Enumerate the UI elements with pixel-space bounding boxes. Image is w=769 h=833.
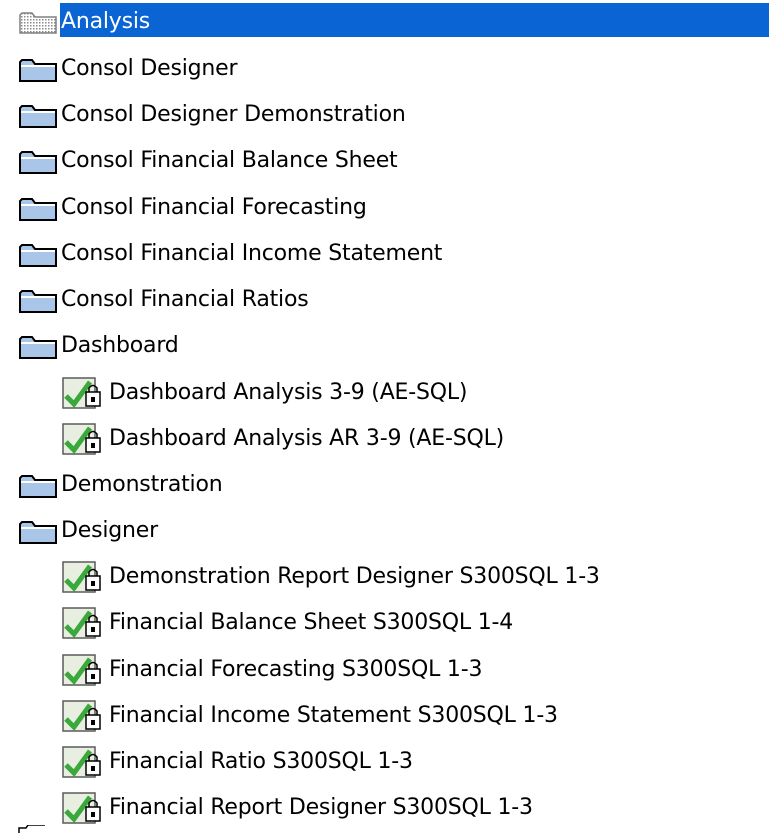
tree-item-label: Financial Balance Sheet S300SQL 1-4 xyxy=(109,610,514,635)
locked-report-icon xyxy=(62,423,101,455)
tree-item-label: Demonstration xyxy=(61,472,223,497)
tree-item-dashboard-analysis[interactable]: Dashboard Analysis 3-9 (AE-SQL) xyxy=(62,371,470,415)
tree-item-dashboard-analysis-ar[interactable]: Dashboard Analysis AR 3-9 (AE-SQL) xyxy=(62,417,507,461)
tree-item-label: Dashboard xyxy=(61,333,179,358)
locked-report-icon xyxy=(62,792,101,824)
locked-report-icon xyxy=(62,700,101,732)
tree-item-consol-financial-ratios[interactable]: Consol Financial Ratios xyxy=(18,278,311,322)
tree-item-label: Financial Income Statement S300SQL 1-3 xyxy=(109,703,558,728)
tree-item-demonstration[interactable]: Demonstration xyxy=(18,463,225,507)
tree-item-label: Consol Financial Ratios xyxy=(61,287,309,312)
tree-item-label: Dashboard Analysis 3-9 (AE-SQL) xyxy=(109,380,468,405)
tree-item-label: Financial Ratio S300SQL 1-3 xyxy=(109,749,413,774)
folder-icon xyxy=(19,475,57,498)
tree-item-consol-financial-income-statement[interactable]: Consol Financial Income Statement xyxy=(18,232,445,276)
tree-item-label: Analysis xyxy=(61,9,151,34)
tree-item-label: Consol Financial Balance Sheet xyxy=(61,148,398,173)
locked-report-icon xyxy=(62,377,101,409)
folder-icon xyxy=(19,105,57,128)
tree-item-financial-balance-sheet[interactable]: Financial Balance Sheet S300SQL 1-4 xyxy=(62,601,516,645)
tree-item-analysis[interactable]: Analysis xyxy=(18,0,153,44)
tree-item-consol-financial-balance-sheet[interactable]: Consol Financial Balance Sheet xyxy=(18,139,400,183)
dotted-folder-icon xyxy=(19,12,57,34)
tree-item-dashboard[interactable]: Dashboard xyxy=(18,324,182,368)
selection-highlight xyxy=(60,3,769,37)
tree-item-consol-designer[interactable]: Consol Designer xyxy=(18,47,240,91)
folder-icon xyxy=(18,825,45,833)
folder-icon xyxy=(19,198,57,221)
folder-icon xyxy=(19,336,57,359)
tree-item-financial-forecasting[interactable]: Financial Forecasting S300SQL 1-3 xyxy=(62,648,485,692)
tree-item-consol-financial-forecasting[interactable]: Consol Financial Forecasting xyxy=(18,186,370,230)
folder-icon xyxy=(19,151,57,174)
tree-item-consol-designer-demonstration[interactable]: Consol Designer Demonstration xyxy=(18,93,409,137)
folder-icon xyxy=(19,290,57,313)
tree-item-label: Demonstration Report Designer S300SQL 1-… xyxy=(109,564,600,589)
tree-item-label: Consol Financial Forecasting xyxy=(61,195,367,220)
tree-item-label: Consol Designer xyxy=(61,56,238,81)
folder-icon xyxy=(19,244,57,267)
tree-item-label: Financial Forecasting S300SQL 1-3 xyxy=(109,657,483,682)
tree-item-label: Designer xyxy=(61,518,158,543)
tree-item-demonstration-report-designer[interactable]: Demonstration Report Designer S300SQL 1-… xyxy=(62,555,603,599)
report-tree: Analysis Consol Designer Consol Designer… xyxy=(0,0,769,833)
folder-icon xyxy=(19,521,57,544)
tree-item-financial-ratio[interactable]: Financial Ratio S300SQL 1-3 xyxy=(62,740,416,784)
tree-item-financial-income-statement[interactable]: Financial Income Statement S300SQL 1-3 xyxy=(62,694,561,738)
tree-item-label: Consol Financial Income Statement xyxy=(61,241,443,266)
locked-report-icon xyxy=(62,561,101,593)
tree-item-label: Dashboard Analysis AR 3-9 (AE-SQL) xyxy=(109,426,505,451)
tree-item-financial-report-designer[interactable]: Financial Report Designer S300SQL 1-3 xyxy=(62,786,536,830)
tree-item-designer[interactable]: Designer xyxy=(18,509,161,553)
locked-report-icon xyxy=(62,607,101,639)
tree-item-label: Consol Designer Demonstration xyxy=(61,102,406,127)
locked-report-icon xyxy=(62,746,101,778)
locked-report-icon xyxy=(62,654,101,686)
tree-item-label: Financial Report Designer S300SQL 1-3 xyxy=(109,795,533,820)
folder-icon xyxy=(19,59,57,82)
